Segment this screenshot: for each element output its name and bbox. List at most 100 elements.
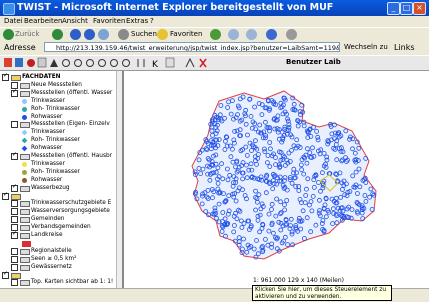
layer-checkbox[interactable] <box>11 263 18 271</box>
layer-checkbox[interactable] <box>11 230 18 239</box>
layer-checkbox[interactable] <box>11 255 18 263</box>
pan-tool-icon[interactable] <box>37 57 47 68</box>
zoom-full-icon[interactable] <box>98 59 106 67</box>
zoom-prev-icon[interactable] <box>110 59 118 67</box>
stop-icon[interactable] <box>70 29 81 40</box>
menu-ansicht[interactable]: Ansicht <box>62 17 88 25</box>
refresh-icon[interactable] <box>84 29 95 40</box>
layer-checkbox[interactable] <box>2 270 9 279</box>
menu-favoriten[interactable]: Favoriten <box>93 17 125 25</box>
layers-icon[interactable] <box>15 58 23 67</box>
go-button[interactable]: Wechseln zu <box>344 43 388 51</box>
activex-tooltip: Klicken Sie hier, um dieses Steuerelemen… <box>252 285 392 301</box>
layer-label: Messstellen (öffentl. Wasser <box>31 89 113 96</box>
pan-left-icon[interactable] <box>137 59 145 67</box>
folder-icon <box>11 272 21 279</box>
layer-icon <box>20 280 30 287</box>
layer-checkbox[interactable] <box>11 121 18 129</box>
history-icon[interactable] <box>210 29 221 40</box>
legend-symbol-icon <box>22 114 27 120</box>
address-label: Adresse <box>4 43 36 52</box>
layer-checkbox[interactable] <box>11 151 18 160</box>
favorites-button[interactable]: Favoriten <box>170 30 202 38</box>
layer-label: Rohwasser <box>31 113 63 120</box>
select-arrow-icon[interactable] <box>50 59 58 67</box>
back-button[interactable]: Zurück <box>15 30 39 38</box>
layer-icon <box>20 90 30 97</box>
clear-icon[interactable] <box>199 58 207 68</box>
menu-extras[interactable]: Extras <box>126 17 148 25</box>
layer-checkbox[interactable] <box>11 183 18 192</box>
menu-help[interactable]: ? <box>150 17 154 25</box>
menu-bar: Datei Bearbeiten Ansicht Favoriten Extra… <box>0 16 429 27</box>
favorites-star-icon[interactable] <box>157 29 168 40</box>
layer-label: Trinkwasser <box>31 160 65 167</box>
maximize-button[interactable]: □ <box>400 2 413 15</box>
layer-label: Wasserversorgungsgebiete <box>31 208 110 215</box>
measure-icon[interactable] <box>165 57 175 68</box>
legend-symbol-icon <box>22 240 31 247</box>
layer-label: Wasserbezug <box>31 184 70 191</box>
layer-label: FACHDATEN <box>22 74 61 80</box>
window-titlebar[interactable]: TWIST - Microsoft Internet Explorer bere… <box>0 0 429 16</box>
legend-symbol-icon <box>22 177 27 183</box>
edit-icon[interactable] <box>266 29 277 40</box>
layer-icon <box>20 209 30 216</box>
links-button[interactable]: Links <box>394 43 415 52</box>
zoom-next-icon[interactable] <box>122 59 130 67</box>
layer-checkbox[interactable] <box>2 191 9 200</box>
tooltip-line-2: aktivieren und zu verwenden. <box>255 294 342 300</box>
zoom-in-icon[interactable] <box>62 59 70 67</box>
layer-label: Trinkwasser <box>31 97 65 104</box>
user-label: Benutzer Laib <box>286 58 341 66</box>
layer-icon <box>20 248 30 255</box>
layer-checkbox[interactable] <box>11 200 18 208</box>
layer-icon <box>20 201 30 208</box>
search-button[interactable]: Suchen <box>131 30 157 38</box>
map-view[interactable] <box>124 71 429 288</box>
layer-label: Messstellen (Eigen- Einzelv <box>31 121 110 128</box>
layer-icon <box>20 217 30 224</box>
layer-checkbox[interactable] <box>11 216 18 224</box>
mail-icon[interactable] <box>228 29 239 40</box>
print-map-icon[interactable] <box>4 58 12 67</box>
layer-label: Roh- Trinkwasser <box>31 168 80 175</box>
app-toolbar: K Benutzer Laib <box>0 56 429 71</box>
close-button[interactable]: × <box>413 2 426 15</box>
layer-checkbox[interactable] <box>2 72 9 81</box>
layer-checkbox[interactable] <box>11 279 18 287</box>
tooltip-line-1: Klicken Sie hier, um dieses Steuerelemen… <box>255 287 387 293</box>
layer-icon <box>20 185 30 192</box>
layer-icon <box>20 82 30 89</box>
zoom-out-icon[interactable] <box>74 59 82 67</box>
layer-label: Roh- Trinkwasser <box>31 105 80 112</box>
discuss-icon[interactable] <box>286 29 297 40</box>
layer-icon <box>20 256 30 263</box>
layer-checkbox[interactable] <box>11 247 18 255</box>
layer-checkbox[interactable] <box>11 208 18 216</box>
layer-label: Trinkwasserschutzgebiete E <box>31 200 112 207</box>
legend-symbol-icon <box>22 169 27 175</box>
map-canvas[interactable] <box>124 71 429 288</box>
home-icon[interactable] <box>98 29 109 40</box>
minimize-button[interactable]: _ <box>387 2 400 15</box>
print-icon[interactable] <box>246 29 257 40</box>
forward-arrow-icon[interactable] <box>52 29 63 40</box>
menu-bearbeiten[interactable]: Bearbeiten <box>24 17 62 25</box>
record-icon[interactable] <box>27 59 35 67</box>
zoom-box-icon[interactable] <box>86 59 94 67</box>
address-bar: Adresse http://213.139.159.46/twist_erwe… <box>0 41 429 55</box>
folder-icon <box>11 75 21 81</box>
legend-symbol-icon <box>21 145 28 152</box>
info-icon[interactable]: K <box>152 60 159 70</box>
layer-tree: FACHDATENNeue MessstellenMessstellen (öf… <box>0 71 124 288</box>
layer-checkbox[interactable] <box>11 88 18 97</box>
search-icon[interactable] <box>118 29 129 40</box>
layer-tree-scrollbar[interactable] <box>116 71 122 288</box>
back-arrow-icon[interactable] <box>3 29 14 40</box>
query-icon[interactable] <box>185 57 195 68</box>
folder-icon <box>11 193 21 200</box>
legend-symbol-icon <box>21 137 28 144</box>
address-input[interactable]: http://213.139.159.46/twist_erweiterung/… <box>44 42 340 52</box>
menu-datei[interactable]: Datei <box>4 17 23 25</box>
